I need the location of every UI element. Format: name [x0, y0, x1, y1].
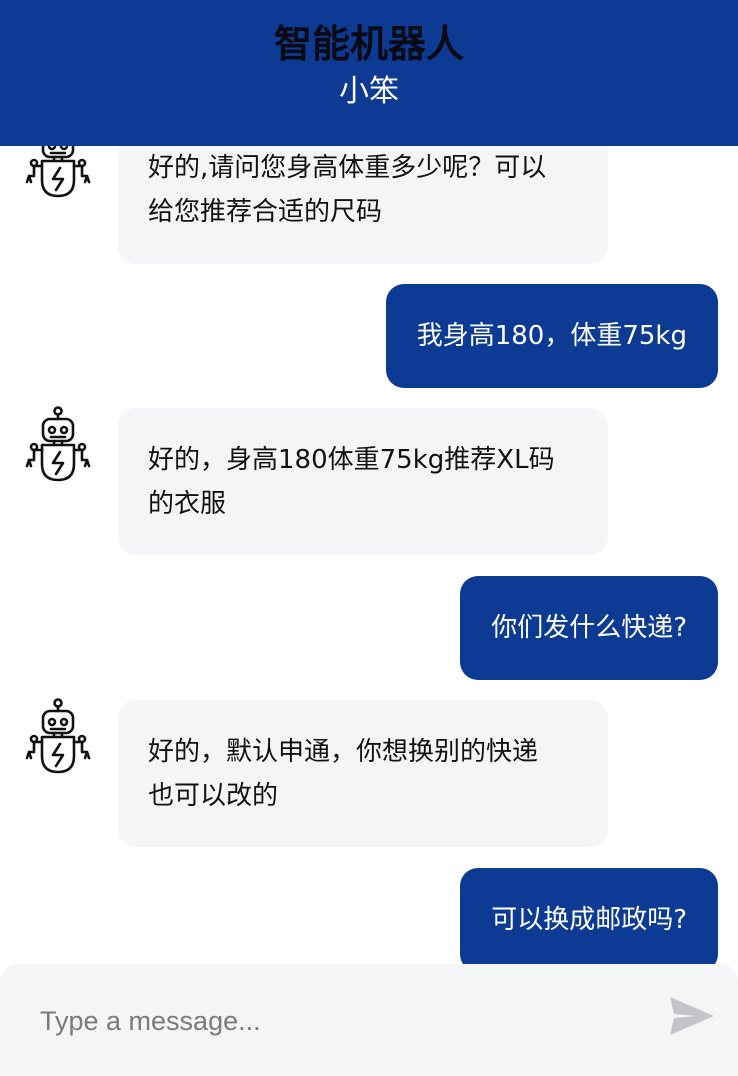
bot-message: 好的,请问您身高体重多少呢？可以 给您推荐合适的尺码	[118, 126, 608, 264]
bot-message-line: 好的，默认申通，你想换别的快递	[148, 737, 539, 767]
bot-message-line: 好的，身高180体重75kg推荐XL码	[148, 445, 555, 475]
bot-message-line: 好的,请问您身高体重多少呢？可以	[148, 153, 547, 183]
user-message: 可以换成邮政吗?	[460, 868, 718, 964]
bot-message-line: 也可以改的	[148, 781, 279, 811]
page-title: 智能机器人	[273, 21, 464, 66]
send-icon[interactable]	[668, 994, 716, 1038]
bot-message-line: 给您推荐合适的尺码	[148, 197, 383, 227]
robot-icon	[25, 406, 91, 482]
bot-name: 小笨	[339, 74, 399, 109]
user-message: 我身高180，体重75kg	[385, 284, 718, 388]
message-composer	[0, 964, 738, 1076]
bot-message-line: 的衣服	[148, 489, 227, 519]
chat-app: 好的,请问您身高体重多少呢？可以 给您推荐合适的尺码 我身高180，体重75kg	[0, 0, 738, 1076]
bot-message: 好的，默认申通，你想换别的快递 也可以改的	[118, 700, 608, 847]
message-input[interactable]	[38, 994, 622, 1048]
user-message: 你们发什么快递?	[460, 576, 718, 680]
robot-icon	[25, 698, 91, 774]
bot-message: 好的，身高180体重75kg推荐XL码 的衣服	[118, 408, 608, 555]
chat-header: 智能机器人 小笨	[0, 0, 738, 146]
